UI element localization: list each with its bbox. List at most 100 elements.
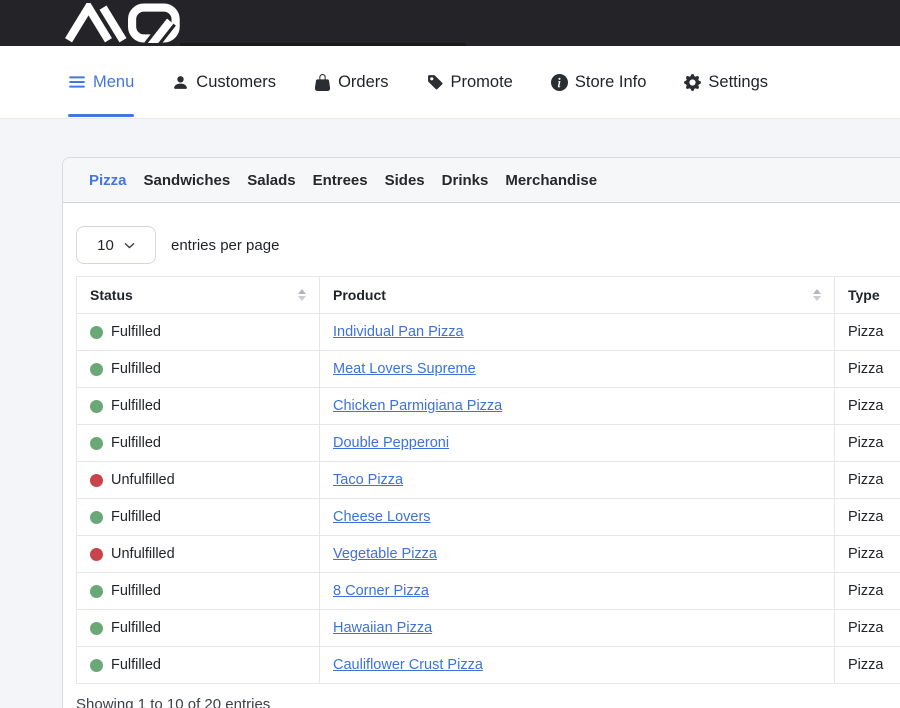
bag-icon <box>314 74 331 91</box>
status-label: Fulfilled <box>111 657 161 673</box>
status-dot <box>90 474 103 487</box>
product-link[interactable]: Double Pepperoni <box>333 435 449 451</box>
main-content: Pizza Sandwiches Salads Entrees Sides Dr… <box>0 157 900 708</box>
status-dot <box>90 548 103 561</box>
product-link[interactable]: 8 Corner Pizza <box>333 583 429 599</box>
type-value: Pizza <box>848 435 883 451</box>
type-value: Pizza <box>848 398 883 414</box>
sort-icon[interactable] <box>813 289 821 301</box>
page-size-value: 10 <box>97 237 114 254</box>
table-row: Fulfilled Cauliflower Crust Pizza Pizza <box>77 647 900 684</box>
type-value: Pizza <box>848 657 883 673</box>
nav-item-menu[interactable]: Menu <box>68 46 134 119</box>
status-label: Fulfilled <box>111 583 161 599</box>
product-link[interactable]: Hawaiian Pizza <box>333 620 432 636</box>
type-value: Pizza <box>848 472 883 488</box>
table-header-row: Status Product <box>77 277 900 314</box>
main-navigation: Menu Customers Orders Promote Sto <box>0 46 900 119</box>
nav-item-label: Orders <box>338 73 388 92</box>
gear-icon <box>684 74 701 91</box>
entries-per-page-label: entries per page <box>171 237 279 254</box>
column-header-status[interactable]: Status <box>77 277 320 314</box>
person-icon <box>172 74 189 91</box>
column-label: Product <box>333 287 386 303</box>
table-row: Fulfilled 8 Corner Pizza Pizza <box>77 573 900 610</box>
product-link[interactable]: Chicken Parmigiana Pizza <box>333 398 502 414</box>
type-value: Pizza <box>848 361 883 377</box>
nav-item-label: Promote <box>451 73 513 92</box>
type-value: Pizza <box>848 509 883 525</box>
status-dot <box>90 659 103 672</box>
nav-item-label: Menu <box>93 73 134 92</box>
table-row: Fulfilled Double Pepperoni Pizza <box>77 425 900 462</box>
active-nav-indicator <box>68 114 134 117</box>
page-size-select[interactable]: 10 <box>76 226 156 264</box>
type-value: Pizza <box>848 620 883 636</box>
type-value: Pizza <box>848 324 883 340</box>
product-link[interactable]: Cauliflower Crust Pizza <box>333 657 483 673</box>
status-label: Fulfilled <box>111 398 161 414</box>
sort-icon[interactable] <box>298 289 306 301</box>
status-label: Fulfilled <box>111 509 161 525</box>
info-circle-icon <box>551 74 568 91</box>
status-dot <box>90 437 103 450</box>
product-link[interactable]: Taco Pizza <box>333 472 403 488</box>
status-dot <box>90 622 103 635</box>
product-link[interactable]: Cheese Lovers <box>333 509 431 525</box>
column-header-product[interactable]: Product <box>320 277 835 314</box>
column-header-type[interactable]: Type <box>835 277 900 314</box>
nav-item-label: Store Info <box>575 73 647 92</box>
page-size-row: 10 entries per page <box>76 226 900 264</box>
nav-item-label: Settings <box>708 73 768 92</box>
type-value: Pizza <box>848 583 883 599</box>
table-row: Unfulfilled Taco Pizza Pizza <box>77 462 900 499</box>
status-label: Unfulfilled <box>111 472 175 488</box>
app-window: Menu Customers Orders Promote Sto <box>0 0 900 708</box>
column-label: Type <box>848 287 880 303</box>
nav-item-settings[interactable]: Settings <box>684 46 768 119</box>
status-dot <box>90 511 103 524</box>
product-link[interactable]: Meat Lovers Supreme <box>333 361 476 377</box>
product-link[interactable]: Individual Pan Pizza <box>333 324 464 340</box>
status-label: Fulfilled <box>111 620 161 636</box>
column-label: Status <box>90 287 133 303</box>
nav-item-orders[interactable]: Orders <box>314 46 388 119</box>
table-row: Fulfilled Chicken Parmigiana Pizza Pizza <box>77 388 900 425</box>
table-row: Fulfilled Individual Pan Pizza Pizza <box>77 314 900 351</box>
brand-logo-icon <box>64 3 182 43</box>
table-row: Unfulfilled Vegetable Pizza Pizza <box>77 536 900 573</box>
nav-item-promote[interactable]: Promote <box>427 46 513 119</box>
tab-pizza[interactable]: Pizza <box>89 172 127 189</box>
tab-sides[interactable]: Sides <box>385 172 425 189</box>
tab-sandwiches[interactable]: Sandwiches <box>144 172 231 189</box>
status-label: Fulfilled <box>111 324 161 340</box>
status-dot <box>90 400 103 413</box>
status-dot <box>90 363 103 376</box>
status-dot <box>90 326 103 339</box>
table-summary: Showing 1 to 10 of 20 entries <box>76 696 900 708</box>
products-table: Status Product <box>76 276 900 684</box>
tag-icon <box>427 74 444 91</box>
topbar <box>0 0 900 46</box>
tab-salads[interactable]: Salads <box>247 172 295 189</box>
nav-item-customers[interactable]: Customers <box>172 46 276 119</box>
status-label: Fulfilled <box>111 435 161 451</box>
type-value: Pizza <box>848 546 883 562</box>
tab-merchandise[interactable]: Merchandise <box>505 172 597 189</box>
tab-drinks[interactable]: Drinks <box>442 172 489 189</box>
table-row: Fulfilled Cheese Lovers Pizza <box>77 499 900 536</box>
menu-card: Pizza Sandwiches Salads Entrees Sides Dr… <box>62 157 900 708</box>
table-row: Fulfilled Meat Lovers Supreme Pizza <box>77 351 900 388</box>
nav-item-label: Customers <box>196 73 276 92</box>
status-dot <box>90 585 103 598</box>
nav-item-store-info[interactable]: Store Info <box>551 46 647 119</box>
product-link[interactable]: Vegetable Pizza <box>333 546 437 562</box>
table-row: Fulfilled Hawaiian Pizza Pizza <box>77 610 900 647</box>
chevron-down-icon <box>124 240 135 251</box>
tab-entrees[interactable]: Entrees <box>313 172 368 189</box>
status-label: Unfulfilled <box>111 546 175 562</box>
hamburger-icon <box>68 73 86 91</box>
status-label: Fulfilled <box>111 361 161 377</box>
card-body: 10 entries per page Status <box>63 203 900 708</box>
category-tabs: Pizza Sandwiches Salads Entrees Sides Dr… <box>63 158 900 203</box>
